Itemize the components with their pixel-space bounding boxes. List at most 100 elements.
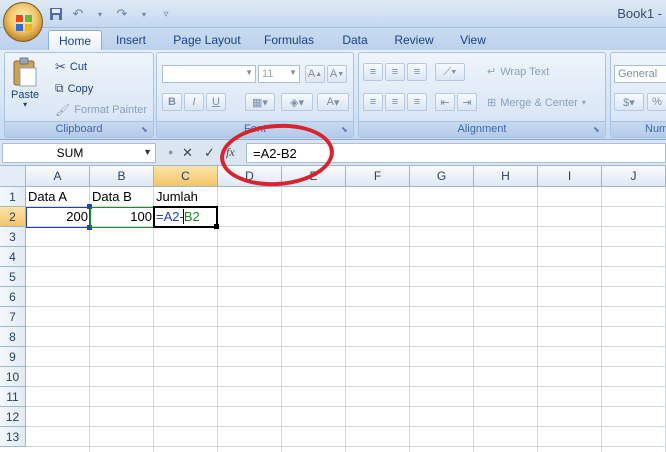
select-all-corner[interactable] <box>0 166 26 187</box>
cell-a1[interactable]: Data A <box>26 187 90 207</box>
gridline-vertical <box>409 187 410 452</box>
cell-b1[interactable]: Data B <box>90 187 154 207</box>
row-header-9[interactable]: 9 <box>0 347 26 367</box>
row-header-4[interactable]: 4 <box>0 247 26 267</box>
gridline-horizontal <box>26 306 666 307</box>
alignment-group: ≡ ≡ ≡ ⟋▾ ↵ Wrap Text ≡ ≡ ≡ ⇤ ⇥ ⊞ Merge &… <box>358 52 606 138</box>
borders-button[interactable]: ▦▾ <box>245 93 275 111</box>
column-header-c[interactable]: C <box>154 166 218 187</box>
font-size-combo[interactable]: 11 ▼ <box>258 65 300 83</box>
tab-home[interactable]: Home <box>48 30 102 50</box>
gridline-horizontal <box>26 366 666 367</box>
copy-label: Copy <box>67 82 94 95</box>
cell-a2[interactable]: 200 <box>26 207 90 227</box>
tab-view[interactable]: View <box>450 30 496 50</box>
align-right-button[interactable]: ≡ <box>407 93 427 111</box>
bold-button[interactable]: B <box>162 93 182 111</box>
copy-icon: ⧉ <box>55 81 64 95</box>
row-header-5[interactable]: 5 <box>0 267 26 287</box>
column-header-a[interactable]: A <box>26 166 90 187</box>
gridline-horizontal <box>26 446 666 447</box>
percent-button[interactable]: % <box>647 93 666 111</box>
orientation-button[interactable]: ⟋▾ <box>435 63 465 81</box>
ribbon: Paste ▾ ✂ Cut ⧉ Copy 🖌 Format Painter Cl… <box>0 50 666 140</box>
shrink-font-button[interactable]: A ▼ <box>327 65 347 83</box>
cell-b2[interactable]: 100 <box>90 207 154 227</box>
paintbrush-icon: 🖌 <box>55 103 71 117</box>
office-button[interactable] <box>3 2 43 42</box>
formula-ref-a2: =A2- <box>156 209 184 224</box>
align-left-button[interactable]: ≡ <box>363 93 383 111</box>
number-format-combo[interactable]: General <box>614 65 666 83</box>
dialog-launcher-icon[interactable]: ⬊ <box>593 125 603 135</box>
font-size-value: 11 <box>262 68 274 80</box>
column-header-f[interactable]: F <box>346 166 410 187</box>
row-header-8[interactable]: 8 <box>0 327 26 347</box>
row-header-2[interactable]: 2 <box>0 207 26 227</box>
paste-button[interactable]: Paste ▾ <box>11 57 39 109</box>
wrap-text-button[interactable]: ↵ Wrap Text <box>487 65 550 79</box>
row-header-7[interactable]: 7 <box>0 307 26 327</box>
font-color-button[interactable]: A ▾ <box>317 93 349 111</box>
middle-align-button[interactable]: ≡ <box>385 63 405 81</box>
column-header-b[interactable]: B <box>90 166 154 187</box>
copy-button[interactable]: ⧉ Copy <box>55 81 93 96</box>
tab-formulas[interactable]: Formulas <box>256 30 322 50</box>
row-header-10[interactable]: 10 <box>0 367 26 387</box>
wrap-text-icon: ↵ <box>487 66 497 78</box>
row-header-12[interactable]: 12 <box>0 407 26 427</box>
redo-icon[interactable]: ↷ <box>114 6 130 22</box>
column-header-h[interactable]: H <box>474 166 538 187</box>
row-header-6[interactable]: 6 <box>0 287 26 307</box>
grow-font-button[interactable]: A ▲ <box>305 65 325 83</box>
column-header-g[interactable]: G <box>410 166 474 187</box>
wrap-text-label: Wrap Text <box>500 65 550 78</box>
row-header-1[interactable]: 1 <box>0 187 26 207</box>
gridline-vertical <box>281 187 282 452</box>
dialog-launcher-icon[interactable]: ⬊ <box>341 125 351 135</box>
increase-indent-button[interactable]: ⇥ <box>457 93 477 111</box>
font-color-icon: A <box>326 96 334 108</box>
fill-color-button[interactable]: ◈ ▾ <box>281 93 313 111</box>
enter-icon[interactable]: ✓ <box>204 145 215 161</box>
format-painter-button[interactable]: 🖌 Format Painter <box>55 103 147 117</box>
name-box[interactable]: SUM ▼ <box>2 143 156 163</box>
row-header-13[interactable]: 13 <box>0 427 26 447</box>
row-header-3[interactable]: 3 <box>0 227 26 247</box>
tab-page-layout[interactable]: Page Layout <box>166 30 248 50</box>
cell-c1[interactable]: Jumlah <box>154 187 218 207</box>
column-header-i[interactable]: I <box>538 166 602 187</box>
undo-icon[interactable]: ↶ <box>70 6 86 22</box>
top-align-button[interactable]: ≡ <box>363 63 383 81</box>
align-center-button[interactable]: ≡ <box>385 93 405 111</box>
gridline-horizontal <box>26 386 666 387</box>
save-icon[interactable] <box>48 6 64 22</box>
cancel-icon[interactable]: ✕ <box>182 145 193 161</box>
italic-button[interactable]: I <box>184 93 204 111</box>
tab-data[interactable]: Data <box>332 30 378 50</box>
chevron-down-icon: ▼ <box>289 68 297 77</box>
bottom-align-button[interactable]: ≡ <box>407 63 427 81</box>
dialog-launcher-icon[interactable]: ⬊ <box>141 125 151 135</box>
window-title: Book1 - <box>617 6 662 21</box>
row-header-11[interactable]: 11 <box>0 387 26 407</box>
merge-center-button[interactable]: ⊞ Merge & Center ▾ <box>487 96 586 110</box>
customize-qat-icon[interactable]: ▿ <box>158 6 174 22</box>
merge-icon: ⊞ <box>487 97 497 109</box>
chevron-down-icon: ▾ <box>23 100 28 109</box>
font-name-combo[interactable]: ▼ <box>162 65 256 83</box>
number-group-label: Num <box>611 121 666 137</box>
dropdown-chevron-icon[interactable]: ▾ <box>136 6 152 22</box>
currency-button[interactable]: $▾ <box>614 93 644 111</box>
cell-c2[interactable]: =A2-B2 <box>154 207 218 227</box>
gridline-horizontal <box>26 266 666 267</box>
decrease-indent-button[interactable]: ⇤ <box>435 93 455 111</box>
tab-review[interactable]: Review <box>386 30 442 50</box>
gridline-horizontal <box>26 406 666 407</box>
font-group: ▼ 11 ▼ A ▲ A ▼ B I U ▦▾ ◈ ▾ A ▾ Font ⬊ <box>156 52 354 138</box>
column-header-j[interactable]: J <box>602 166 666 187</box>
tab-insert[interactable]: Insert <box>108 30 154 50</box>
underline-button[interactable]: U <box>206 93 226 111</box>
cut-button[interactable]: ✂ Cut <box>55 59 87 75</box>
dropdown-chevron-icon[interactable]: ▾ <box>92 6 108 22</box>
